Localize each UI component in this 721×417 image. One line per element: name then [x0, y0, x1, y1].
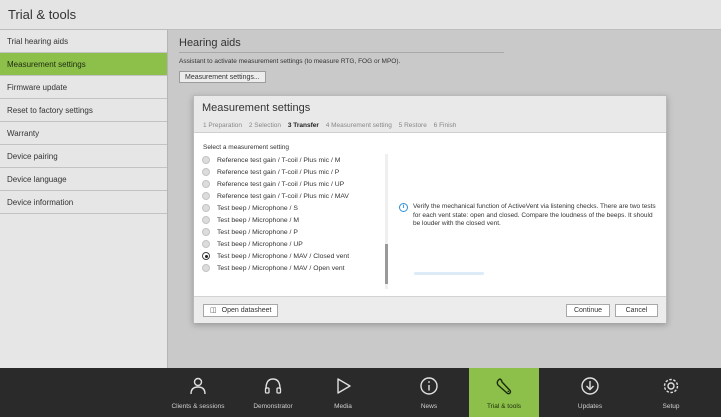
- measurement-setting-list: Reference test gain / T-coil / Plus mic …: [202, 154, 388, 289]
- measurement-settings-button[interactable]: Measurement settings...: [179, 71, 266, 83]
- list-item[interactable]: Reference test gain / T-coil / Plus mic …: [202, 178, 388, 190]
- nav-news[interactable]: News: [401, 368, 457, 417]
- list-scrollbar[interactable]: [385, 154, 388, 289]
- nav-trial-tools[interactable]: Trial & tools: [469, 368, 539, 417]
- nav-label: Setup: [662, 403, 680, 410]
- gear-icon: [663, 378, 679, 394]
- play-icon: [337, 378, 351, 394]
- dialog-footer: ◫ Open datasheet Continue Cancel: [194, 296, 666, 323]
- continue-button[interactable]: Continue: [566, 304, 610, 317]
- info-progress-bar: [414, 272, 484, 275]
- radio-button[interactable]: [202, 204, 210, 212]
- option-label: Test beep / Microphone / M: [217, 216, 299, 224]
- sidebar-item-measurement-settings[interactable]: Measurement settings: [0, 53, 167, 76]
- option-label: Test beep / Microphone / MAV / Closed ve…: [217, 252, 350, 260]
- step-finish: 6 Finish: [433, 122, 457, 129]
- section-heading: Hearing aids: [179, 37, 241, 49]
- list-item[interactable]: Test beep / Microphone / M: [202, 214, 388, 226]
- wizard-steps: 1 Preparation 2 Selection 3 Transfer 4 M…: [203, 122, 461, 129]
- info-icon: i: [399, 203, 408, 212]
- sidebar-item-reset-to-factory-settings[interactable]: Reset to factory settings: [0, 99, 167, 122]
- section-description: Assistant to activate measurement settin…: [179, 58, 401, 65]
- measurement-settings-dialog: Measurement settings 1 Preparation 2 Sel…: [193, 95, 667, 323]
- option-label: Reference test gain / T-coil / Plus mic …: [217, 180, 345, 188]
- option-label: Test beep / Microphone / S: [217, 204, 298, 212]
- nav-label: Clients & sessions: [171, 403, 225, 410]
- radio-button[interactable]: [202, 192, 210, 200]
- step-restore: 5 Restore: [398, 122, 427, 129]
- sidebar-item-device-language[interactable]: Device language: [0, 168, 167, 191]
- datasheet-icon: ◫: [210, 307, 217, 314]
- select-setting-label: Select a measurement setting: [203, 144, 289, 151]
- list-item-selected[interactable]: Test beep / Microphone / MAV / Closed ve…: [202, 250, 388, 262]
- dialog-title: Measurement settings: [202, 102, 311, 114]
- nav-label: Trial & tools: [486, 403, 522, 410]
- nav-updates[interactable]: Updates: [560, 368, 620, 417]
- nav-setup[interactable]: Setup: [646, 368, 696, 417]
- option-label: Test beep / Microphone / P: [217, 228, 298, 236]
- option-label: Test beep / Microphone / MAV / Open vent: [217, 264, 345, 272]
- sidebar-item-firmware-update[interactable]: Firmware update: [0, 76, 167, 99]
- option-label: Reference test gain / T-coil / Plus mic …: [217, 156, 341, 164]
- radio-button[interactable]: [202, 180, 210, 188]
- window-title: Trial & tools: [0, 0, 721, 30]
- info-text: Verify the mechanical function of Active…: [413, 203, 656, 227]
- option-label: Reference test gain / T-coil / Plus mic …: [217, 192, 349, 200]
- section-divider: [179, 52, 504, 53]
- sidebar-item-device-information[interactable]: Device information: [0, 191, 167, 214]
- open-datasheet-button[interactable]: ◫ Open datasheet: [203, 304, 279, 317]
- list-item[interactable]: Test beep / Microphone / P: [202, 226, 388, 238]
- nav-label: Updates: [577, 403, 603, 410]
- info-icon: [420, 377, 438, 395]
- radio-button[interactable]: [202, 156, 210, 164]
- radio-button[interactable]: [202, 264, 210, 272]
- radio-button[interactable]: [202, 168, 210, 176]
- radio-button-checked[interactable]: [202, 252, 210, 260]
- radio-button[interactable]: [202, 216, 210, 224]
- nav-label: Media: [334, 403, 352, 410]
- sidebar-item-warranty[interactable]: Warranty: [0, 122, 167, 145]
- download-icon: [581, 377, 599, 395]
- list-item[interactable]: Test beep / Microphone / MAV / Open vent: [202, 262, 388, 274]
- person-icon: [190, 377, 206, 395]
- nav-clients-sessions[interactable]: Clients & sessions: [163, 368, 233, 417]
- list-item[interactable]: Reference test gain / T-coil / Plus mic …: [202, 190, 388, 202]
- open-datasheet-label: Open datasheet: [221, 307, 272, 314]
- scrollbar-thumb[interactable]: [385, 244, 388, 284]
- list-item[interactable]: Reference test gain / T-coil / Plus mic …: [202, 154, 388, 166]
- nav-media[interactable]: Media: [313, 368, 373, 417]
- dialog-header: Measurement settings 1 Preparation 2 Sel…: [194, 96, 666, 133]
- sidebar-item-trial-hearing-aids[interactable]: Trial hearing aids: [0, 30, 167, 53]
- nav-label: News: [420, 403, 438, 410]
- headphones-icon: [264, 378, 282, 394]
- step-selection: 2 Selection: [248, 122, 282, 129]
- option-label: Test beep / Microphone / UP: [217, 240, 303, 248]
- radio-button[interactable]: [202, 228, 210, 236]
- sidebar: Trial hearing aids Measurement settings …: [0, 30, 168, 368]
- step-preparation: 1 Preparation: [203, 122, 243, 129]
- nav-demonstrator[interactable]: Demonstrator: [233, 368, 313, 417]
- list-item[interactable]: Test beep / Microphone / S: [202, 202, 388, 214]
- nav-label: Demonstrator: [253, 403, 293, 410]
- cancel-button[interactable]: Cancel: [615, 304, 658, 317]
- radio-button[interactable]: [202, 240, 210, 248]
- info-panel: i Verify the mechanical function of Acti…: [399, 203, 659, 229]
- list-item[interactable]: Test beep / Microphone / UP: [202, 238, 388, 250]
- wrench-icon: [496, 378, 512, 395]
- sidebar-item-device-pairing[interactable]: Device pairing: [0, 145, 167, 168]
- bottom-navigation: Clients & sessions Demonstrator Media Ne…: [0, 368, 721, 417]
- option-label: Reference test gain / T-coil / Plus mic …: [217, 168, 340, 176]
- list-item[interactable]: Reference test gain / T-coil / Plus mic …: [202, 166, 388, 178]
- step-transfer: 3 Transfer: [287, 122, 319, 129]
- step-measurement-setting: 4 Measurement setting: [325, 122, 392, 129]
